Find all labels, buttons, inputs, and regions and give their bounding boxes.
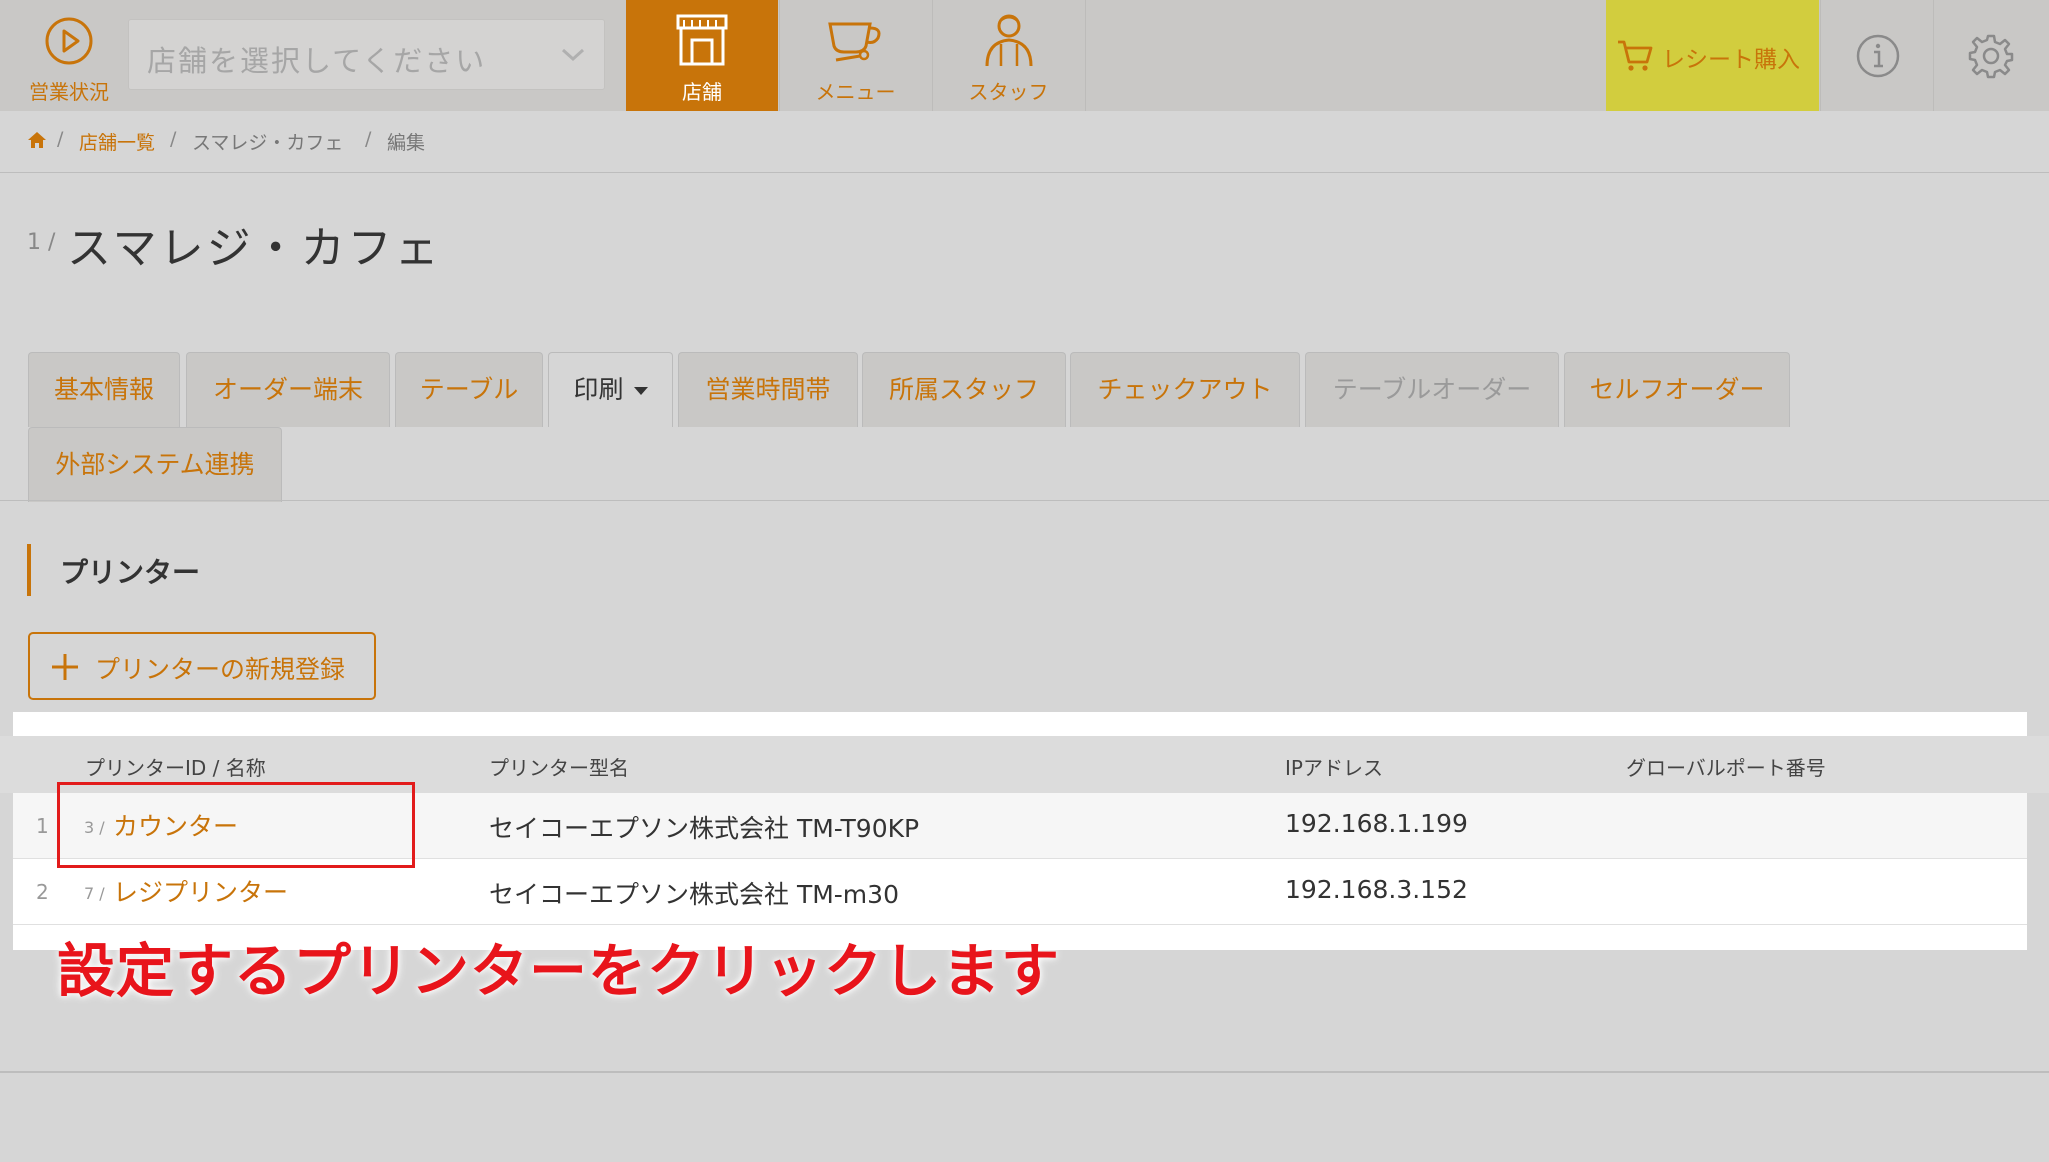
tab-checkout[interactable]: チェックアウト (1070, 352, 1300, 427)
store-select-placeholder: 店舗を選択してください (147, 44, 487, 78)
section-title: プリンター (60, 556, 201, 589)
add-printer-label: プリンターの新規登録 (95, 655, 346, 684)
play-circle-icon (45, 17, 93, 65)
row-number: 2 (36, 880, 49, 904)
printer-ip: 192.168.1.199 (1285, 809, 1468, 838)
nav-tab-staff-label: スタッフ (968, 80, 1049, 104)
settings-button[interactable] (1933, 0, 2046, 111)
breadcrumb-separator: / (57, 128, 64, 150)
chevron-down-icon (561, 48, 585, 62)
home-icon[interactable] (27, 130, 47, 150)
caret-down-icon (633, 387, 648, 395)
breadcrumb-store-list[interactable]: 店舗一覧 (79, 128, 155, 155)
nav-tab-store-label: 店舗 (682, 80, 722, 104)
row-number: 1 (36, 814, 49, 838)
tab-order-terminal[interactable]: オーダー端末 (186, 352, 390, 427)
business-status-button[interactable]: 営業状況 (14, 10, 124, 105)
receipt-purchase-button[interactable]: レシート購入 (1606, 0, 1819, 111)
tab-table-order: テーブルオーダー (1305, 352, 1559, 427)
page-title-index: 1 / (27, 230, 56, 255)
column-header-ip: IPアドレス (1285, 756, 1383, 780)
tab-business-hours[interactable]: 営業時間帯 (678, 352, 858, 427)
divider (0, 1071, 2049, 1073)
printer-id: 7 / (84, 884, 105, 903)
plus-icon (52, 654, 78, 680)
tab-staff[interactable]: 所属スタッフ (862, 352, 1066, 427)
tab-table[interactable]: テーブル (395, 352, 543, 427)
breadcrumb-separator: / (365, 128, 372, 150)
store-icon (676, 14, 728, 66)
nav-tab-store[interactable]: 店舗 (626, 0, 778, 111)
tab-basic-info[interactable]: 基本情報 (28, 352, 180, 427)
column-header-model: プリンター型名 (489, 756, 629, 780)
tab-external-integration[interactable]: 外部システム連携 (28, 427, 282, 502)
divider (0, 500, 2049, 501)
store-select[interactable]: 店舗を選択してください (128, 19, 605, 90)
printer-ip: 192.168.3.152 (1285, 875, 1468, 904)
top-bar: 営業状況 店舗を選択してください 店舗 メニュー スタッフ レシート購入 (0, 0, 2049, 111)
add-printer-button[interactable]: プリンターの新規登録 (28, 632, 376, 700)
breadcrumb-separator: / (170, 128, 177, 150)
info-button[interactable] (1820, 0, 1933, 111)
printer-model: セイコーエプソン株式会社 TM-m30 (489, 880, 899, 909)
page-title: スマレジ・カフェ (67, 223, 442, 274)
table-row[interactable] (13, 859, 2027, 925)
nav-divider (1085, 0, 1086, 111)
nav-tab-staff[interactable]: スタッフ (932, 0, 1084, 111)
receipt-purchase-label: レシート購入 (1662, 47, 1800, 73)
cart-icon (1618, 40, 1653, 71)
tab-self-order[interactable]: セルフオーダー (1564, 352, 1790, 427)
column-header-port: グローバルポート番号 (1626, 756, 1826, 780)
nav-tab-menu[interactable]: メニュー (779, 0, 931, 111)
nav-tab-menu-label: メニュー (815, 80, 896, 104)
staff-icon (985, 14, 1033, 67)
coffee-cup-icon (828, 22, 881, 62)
highlight-box (57, 782, 415, 868)
divider (0, 172, 2049, 173)
tab-print-label: 印刷 (573, 375, 624, 404)
printer-name-link[interactable]: レジプリンター (113, 873, 288, 909)
column-header-id-name: プリンターID / 名称 (85, 756, 266, 780)
printer-model: セイコーエプソン株式会社 TM-T90KP (489, 814, 920, 843)
section-accent-bar (27, 544, 31, 596)
business-status-label: 営業状況 (29, 80, 109, 104)
gear-icon (1968, 34, 2014, 79)
breadcrumb-store-name: スマレジ・カフェ (192, 132, 344, 154)
tab-print[interactable]: 印刷 (548, 352, 673, 427)
instruction-annotation: 設定するプリンターをクリックします (57, 937, 1061, 1005)
breadcrumb-current: 編集 (387, 132, 426, 154)
info-icon (1856, 34, 1900, 78)
